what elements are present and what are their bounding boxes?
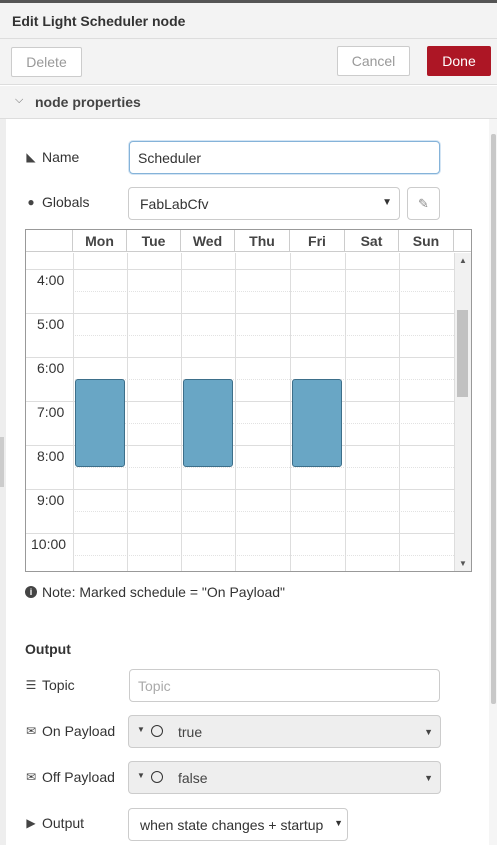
- grid-line: [26, 357, 454, 358]
- time-label: 8:00: [37, 448, 65, 464]
- grid-line: [26, 533, 454, 534]
- type-caret-icon[interactable]: ▼: [137, 771, 145, 780]
- schedule-scrollbar[interactable]: ▲ ▼: [454, 253, 471, 571]
- name-label-row: ◣ Name: [25, 149, 79, 165]
- caret-down-icon[interactable]: ▼: [424, 773, 433, 783]
- day-header: Mon: [73, 230, 127, 252]
- globals-label: Globals: [42, 194, 90, 210]
- day-header: Fri: [290, 230, 345, 252]
- pencil-icon: ✎: [418, 195, 429, 211]
- globe-icon: ●: [27, 195, 35, 209]
- boolean-type-icon: [151, 725, 163, 737]
- output-section-title: Output: [25, 641, 71, 657]
- output-label-row: ▶ Output: [25, 815, 84, 831]
- delete-button[interactable]: Delete: [11, 47, 82, 77]
- chevron-down-icon: ⌵: [15, 94, 24, 106]
- grid-line: [235, 253, 236, 571]
- off-payload-label-row: ✉ Off Payload: [25, 769, 115, 785]
- schedule-block-mon[interactable]: [75, 379, 125, 467]
- grid-line: [290, 253, 291, 571]
- on-payload-typed-input[interactable]: ▼ true ▼: [128, 715, 441, 748]
- tag-icon: ◣: [26, 150, 36, 164]
- grid-line: [26, 269, 454, 270]
- grid-line: [73, 555, 454, 556]
- header-spacer: [454, 230, 471, 252]
- on-payload-label: On Payload: [42, 723, 116, 739]
- play-icon: ▶: [26, 816, 36, 830]
- grid-line: [73, 511, 454, 512]
- topic-label-row: ☰ Topic: [25, 677, 75, 693]
- grid-line: [399, 253, 400, 571]
- schedule-block-wed[interactable]: [183, 379, 233, 467]
- caret-down-icon[interactable]: ▼: [424, 727, 433, 737]
- panel-scrollbar[interactable]: [489, 119, 497, 845]
- globals-select[interactable]: FabLabCfv ▼: [128, 187, 400, 220]
- info-icon: i: [25, 586, 37, 598]
- panel-scrollbar-thumb[interactable]: [491, 134, 496, 704]
- grid-line: [73, 335, 454, 336]
- note-text: Note: Marked schedule = "On Payload": [42, 584, 286, 600]
- day-header: Wed: [181, 230, 235, 252]
- grid-line: [181, 253, 182, 571]
- grid-corner: [26, 230, 73, 252]
- globals-label-row: ● Globals: [25, 194, 89, 210]
- output-select[interactable]: when state changes + startup ▼: [128, 808, 348, 841]
- grid-line: [73, 379, 454, 380]
- grid-line: [73, 467, 454, 468]
- done-button[interactable]: Done: [427, 46, 491, 76]
- grid-line: [345, 253, 346, 571]
- envelope-icon: ✉: [25, 724, 37, 738]
- cancel-button[interactable]: Cancel: [337, 46, 410, 76]
- time-label: 6:00: [37, 360, 65, 376]
- topic-input[interactable]: [129, 669, 440, 702]
- off-payload-value: false: [178, 770, 208, 786]
- schedule-body[interactable]: 4:00 5:00 6:00 7:00 8:00 9:00 10:00: [26, 253, 454, 571]
- grid-line: [26, 489, 454, 490]
- caret-down-icon: ▼: [382, 197, 392, 208]
- on-payload-label-row: ✉ On Payload: [25, 723, 115, 739]
- grid-line: [127, 253, 128, 571]
- time-label: 7:00: [37, 404, 65, 420]
- time-label: 5:00: [37, 316, 65, 332]
- scroll-up-icon[interactable]: ▲: [459, 256, 467, 265]
- off-payload-typed-input[interactable]: ▼ false ▼: [128, 761, 441, 794]
- off-payload-label: Off Payload: [42, 769, 115, 785]
- schedule-note: i Note: Marked schedule = "On Payload": [25, 584, 285, 600]
- topic-label: Topic: [42, 677, 75, 693]
- grid-line: [73, 253, 74, 571]
- time-label: 4:00: [37, 272, 65, 288]
- globals-value: FabLabCfv: [140, 195, 209, 212]
- day-header: Thu: [235, 230, 290, 252]
- output-label: Output: [42, 815, 85, 831]
- scroll-down-icon[interactable]: ▼: [459, 559, 467, 568]
- time-label: 10:00: [31, 536, 67, 552]
- name-input[interactable]: [129, 141, 440, 174]
- boolean-type-icon: [151, 771, 163, 783]
- output-value: when state changes + startup: [140, 816, 324, 833]
- dialog-header: Edit Light Scheduler node: [0, 3, 497, 39]
- schedule-grid[interactable]: Mon Tue Wed Thu Fri Sat Sun 4:00 5:00 6:…: [25, 229, 472, 572]
- schedule-block-fri[interactable]: [292, 379, 342, 467]
- grid-line: [73, 423, 454, 424]
- dialog-title: Edit Light Scheduler node: [12, 13, 186, 29]
- dialog-toolbar: Delete Cancel Done: [0, 39, 497, 85]
- resize-handle[interactable]: [0, 437, 4, 487]
- on-payload-value: true: [178, 724, 203, 740]
- schedule-scrollbar-thumb[interactable]: [457, 310, 468, 397]
- grid-line: [26, 313, 454, 314]
- caret-down-icon: ▼: [334, 818, 343, 828]
- time-label: 9:00: [37, 492, 65, 508]
- grid-line: [73, 291, 454, 292]
- tasks-icon: ☰: [25, 678, 37, 692]
- day-header: Sat: [345, 230, 399, 252]
- day-header: Tue: [127, 230, 181, 252]
- day-header: Sun: [399, 230, 454, 252]
- node-properties-header[interactable]: ⌵ node properties: [0, 86, 497, 119]
- envelope-icon: ✉: [25, 770, 37, 784]
- name-label: Name: [42, 149, 80, 165]
- type-caret-icon[interactable]: ▼: [137, 725, 145, 734]
- edit-config-button[interactable]: ✎: [407, 187, 440, 220]
- section-label: node properties: [35, 94, 141, 110]
